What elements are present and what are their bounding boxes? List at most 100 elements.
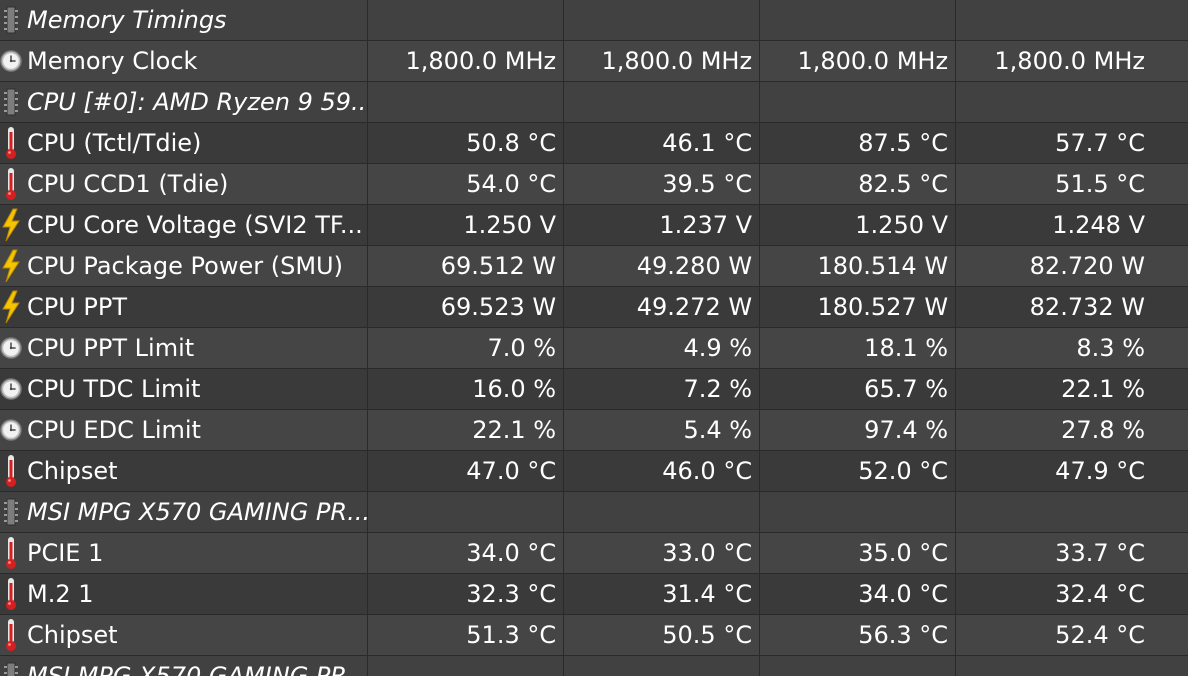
max-value-cell	[760, 656, 957, 676]
thermometer-icon	[0, 535, 22, 571]
max-value-cell: 87.5 °C	[760, 123, 957, 163]
max-value-cell: 35.0 °C	[760, 533, 957, 573]
sensor-name-cell: CPU TDC Limit	[0, 369, 369, 409]
sensor-row[interactable]: CPU PPT 69.523 W 49.272 W 180.527 W 82.732 W	[0, 287, 1188, 328]
group-label: MSI MPG X570 GAMING PR...	[27, 662, 369, 676]
max-value-cell: 56.3 °C	[760, 615, 957, 655]
min-value-cell: 1,800.0 MHz	[564, 41, 761, 81]
average-value-cell: 47.9 °C	[1055, 457, 1145, 485]
current-value-cell: 22.1 %	[368, 410, 565, 450]
average-value-cell: 32.4 °C	[1055, 580, 1145, 608]
average-value-cell	[956, 656, 1188, 676]
min-value-cell: 46.1 °C	[564, 123, 761, 163]
sensor-label: CPU PPT	[27, 293, 128, 321]
thermometer-icon	[0, 617, 22, 653]
min-value-cell: 49.272 W	[564, 287, 761, 327]
group-header-row[interactable]: CPU [#0]: AMD Ryzen 9 59...	[0, 82, 1188, 123]
min-value-cell: 39.5 °C	[564, 164, 761, 204]
average-value-cell: 57.7 °C	[1055, 129, 1145, 157]
sensor-row[interactable]: CPU Package Power (SMU) 69.512 W 49.280 W1…	[0, 246, 1188, 287]
average-value-cell: 82.720 W	[1029, 252, 1145, 280]
average-value-cell: 51.5 °C	[1055, 170, 1145, 198]
average-value-cell: 8.3 %	[1076, 334, 1145, 362]
min-value-cell	[564, 656, 761, 676]
average-value-cell: 27.8 %	[1061, 416, 1145, 444]
average-value-cell: 33.7 °C	[1055, 539, 1145, 567]
max-value-cell: 65.7 %	[760, 369, 957, 409]
average-value-cell	[956, 82, 1188, 122]
chip-icon	[0, 658, 22, 676]
average-value-cell: 52.4 °C	[1055, 621, 1145, 649]
lightning-icon	[0, 289, 22, 325]
average-value-cell: 1,800.0 MHz	[994, 47, 1145, 75]
sensor-label: CPU PPT Limit	[27, 334, 195, 362]
sensor-name-cell: Chipset	[0, 451, 369, 491]
min-value-cell	[564, 0, 761, 40]
sensor-name-cell: PCIE 1	[0, 533, 369, 573]
sensor-row[interactable]: Chipset 51.3 °C 50.5 °C 56.3 °C 52.4 °C	[0, 615, 1188, 656]
sensor-row[interactable]: M.2 1 32.3 °C 31.4 °C 34.0 °C 32.4 °C	[0, 574, 1188, 615]
current-value-cell	[368, 82, 565, 122]
sensor-name-cell: CPU [#0]: AMD Ryzen 9 59...	[0, 82, 369, 122]
current-value-cell: 34.0 °C	[368, 533, 565, 573]
clock-icon	[0, 330, 22, 366]
thermometer-icon	[0, 166, 22, 202]
average-value-cell	[956, 0, 1188, 40]
sensor-row[interactable]: CPU PPT Limit 7.0 % 4.9 % 18.1 % 8.3 %	[0, 328, 1188, 369]
sensor-label: CPU Package Power (SMU)	[27, 252, 343, 280]
sensor-row[interactable]: CPU TDC Limit 16.0 % 7.2 % 65.7 % 22.1 %	[0, 369, 1188, 410]
thermometer-icon	[0, 576, 22, 612]
group-label: MSI MPG X570 GAMING PR...	[27, 498, 369, 526]
current-value-cell: 1,800.0 MHz	[368, 41, 565, 81]
min-value-cell	[564, 82, 761, 122]
sensor-row[interactable]: CPU CCD1 (Tdie) 54.0 °C 39.5 °C 82.5 °C 51.5…	[0, 164, 1188, 205]
sensor-row[interactable]: Chipset 47.0 °C 46.0 °C 52.0 °C 47.9 °C	[0, 451, 1188, 492]
min-value-cell: 49.280 W	[564, 246, 761, 286]
max-value-cell: 180.527 W	[760, 287, 957, 327]
current-value-cell	[368, 0, 565, 40]
max-value-cell: 180.514 W	[760, 246, 957, 286]
sensor-name-cell: MSI MPG X570 GAMING PR...	[0, 656, 369, 676]
sensor-row[interactable]: Memory Clock 1,800.0 MHz 1,800.0 MHz 1,800.…	[0, 41, 1188, 82]
average-value-cell: 22.1 %	[1061, 375, 1145, 403]
sensor-name-cell: M.2 1	[0, 574, 369, 614]
sensor-label: CPU (Tctl/Tdie)	[27, 129, 202, 157]
max-value-cell	[760, 82, 957, 122]
current-value-cell: 47.0 °C	[368, 451, 565, 491]
sensor-label: CPU TDC Limit	[27, 375, 201, 403]
sensor-row[interactable]: CPU EDC Limit 22.1 % 5.4 % 97.4 % 27.8 %	[0, 410, 1188, 451]
min-value-cell: 5.4 %	[564, 410, 761, 450]
max-value-cell: 97.4 %	[760, 410, 957, 450]
sensor-label: Memory Clock	[27, 47, 198, 75]
lightning-icon	[0, 207, 22, 243]
sensor-row[interactable]: PCIE 1 34.0 °C 33.0 °C 35.0 °C 33.7 °C	[0, 533, 1188, 574]
current-value-cell: 69.523 W	[368, 287, 565, 327]
group-header-row[interactable]: Memory Timings	[0, 0, 1188, 41]
chip-icon	[0, 494, 22, 530]
sensor-label: CPU EDC Limit	[27, 416, 201, 444]
current-value-cell: 54.0 °C	[368, 164, 565, 204]
current-value-cell: 32.3 °C	[368, 574, 565, 614]
sensor-name-cell: CPU (Tctl/Tdie)	[0, 123, 369, 163]
current-value-cell: 7.0 %	[368, 328, 565, 368]
min-value-cell: 46.0 °C	[564, 451, 761, 491]
max-value-cell: 52.0 °C	[760, 451, 957, 491]
sensor-name-cell: CPU Package Power (SMU)	[0, 246, 369, 286]
sensor-label: Chipset	[27, 457, 118, 485]
chip-icon	[0, 2, 22, 38]
average-value-cell: 82.732 W	[1029, 293, 1145, 321]
max-value-cell: 1,800.0 MHz	[760, 41, 957, 81]
sensor-row[interactable]: CPU (Tctl/Tdie) 50.8 °C 46.1 °C 87.5 °C 57.7…	[0, 123, 1188, 164]
sensor-name-cell: Chipset	[0, 615, 369, 655]
sensor-row[interactable]: CPU Core Voltage (SVI2 TF... 1.250 V 1.237…	[0, 205, 1188, 246]
sensor-name-cell: MSI MPG X570 GAMING PR...	[0, 492, 369, 532]
thermometer-icon	[0, 453, 22, 489]
group-header-row[interactable]: MSI MPG X570 GAMING PR...	[0, 492, 1188, 533]
sensor-label: CPU Core Voltage (SVI2 TF...	[27, 211, 363, 239]
clock-icon	[0, 371, 22, 407]
lightning-icon	[0, 248, 22, 284]
sensor-label: Chipset	[27, 621, 118, 649]
sensor-name-cell: CPU PPT	[0, 287, 369, 327]
min-value-cell: 4.9 %	[564, 328, 761, 368]
group-header-row[interactable]: MSI MPG X570 GAMING PR...	[0, 656, 1188, 676]
